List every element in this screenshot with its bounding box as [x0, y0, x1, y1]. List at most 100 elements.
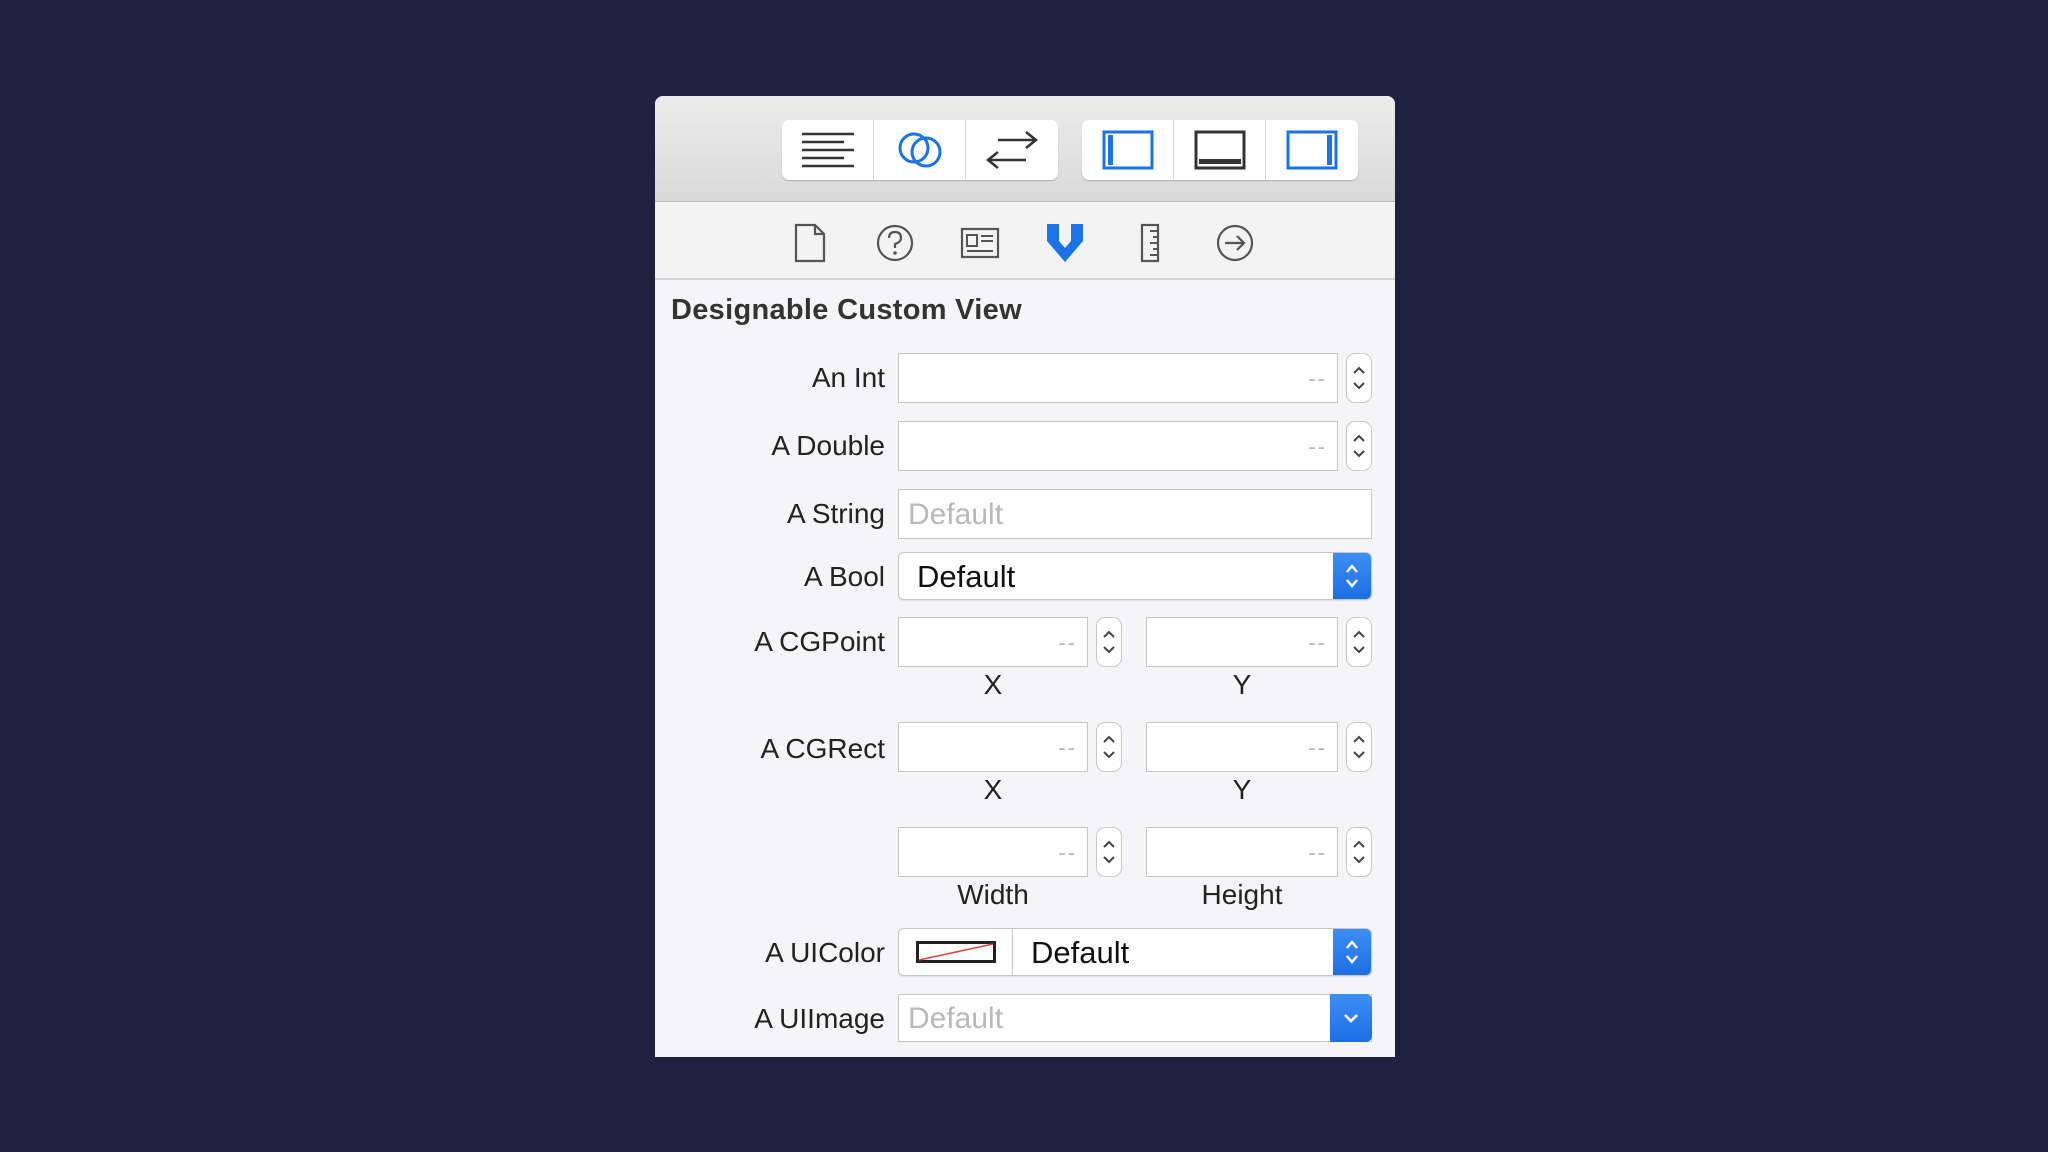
chevron-down-icon	[1344, 1014, 1358, 1023]
file-inspector-tab[interactable]	[788, 221, 832, 265]
a-cgrect-width-label: Width	[957, 879, 1029, 910]
a-string-field[interactable]: Default	[898, 489, 1372, 539]
chevron-down-icon	[1353, 856, 1365, 864]
a-uiimage-placeholder: Default	[908, 1002, 1004, 1035]
a-cgrect-x-stepper[interactable]	[1096, 722, 1122, 772]
chevron-down-icon	[1103, 751, 1115, 759]
a-cgrect-height-field[interactable]: --	[1146, 827, 1338, 877]
a-cgpoint-x-placeholder: --	[1058, 630, 1077, 655]
standard-editor-button[interactable]	[782, 120, 874, 180]
identity-inspector-icon	[960, 227, 1000, 259]
chevron-up-icon	[1103, 630, 1115, 638]
debug-area-toggle-button[interactable]	[1174, 120, 1266, 180]
attributes-inspector-tab[interactable]	[1043, 221, 1087, 265]
chevron-up-icon	[1353, 434, 1365, 442]
navigator-toggle-button[interactable]	[1082, 120, 1174, 180]
a-cgrect-y-label: Y	[1232, 774, 1252, 805]
a-double-placeholder: --	[1308, 434, 1327, 459]
a-cgpoint-y-stepper[interactable]	[1346, 617, 1372, 667]
a-uiimage-combo[interactable]: Default	[898, 994, 1372, 1042]
a-cgpoint-x-field[interactable]: --	[898, 617, 1088, 667]
quick-help-icon	[876, 224, 914, 262]
a-cgpoint-x-label: X	[983, 669, 1003, 700]
a-bool-label: A Bool	[804, 561, 885, 592]
a-uiimage-dropdown-button[interactable]	[1330, 994, 1372, 1042]
an-int-stepper[interactable]	[1346, 353, 1372, 403]
a-double-field[interactable]: --	[898, 421, 1338, 471]
a-bool-popup[interactable]: Default	[898, 552, 1372, 600]
a-cgpoint-label: A CGPoint	[754, 626, 885, 657]
a-cgpoint-x-stepper[interactable]	[1096, 617, 1122, 667]
a-cgrect-x-placeholder: --	[1058, 735, 1077, 760]
a-double-stepper[interactable]	[1346, 421, 1372, 471]
assistant-editor-icon	[898, 132, 941, 168]
attributes-inspector-icon	[1047, 224, 1083, 262]
a-cgrect-y-stepper[interactable]	[1346, 722, 1372, 772]
a-uicolor-popup[interactable]: Default	[898, 928, 1372, 976]
debug-area-toggle-icon	[1194, 130, 1245, 170]
an-int-field[interactable]: --	[898, 353, 1338, 403]
editor-toolbar	[655, 96, 1395, 202]
an-int-label: An Int	[811, 362, 885, 393]
a-cgrect-y-field[interactable]: --	[1146, 722, 1338, 772]
a-double-label: A Double	[771, 430, 885, 461]
a-uicolor-label: A UIColor	[765, 937, 885, 968]
version-editor-icon	[985, 131, 1039, 169]
a-string-placeholder: Default	[908, 498, 1004, 531]
utilities-toggle-button[interactable]	[1266, 120, 1358, 180]
a-uicolor-popup-arrow	[1333, 929, 1371, 975]
up-down-chevron-icon	[1346, 940, 1358, 964]
chevron-up-icon	[1353, 735, 1365, 743]
section-title: Designable Custom View	[671, 294, 1022, 326]
standard-editor-icon	[801, 132, 854, 168]
a-bool-popup-arrow	[1333, 553, 1371, 599]
a-uicolor-value: Default	[1031, 935, 1130, 970]
connections-inspector-tab[interactable]	[1213, 221, 1257, 265]
chevron-up-icon	[1353, 840, 1365, 848]
chevron-down-icon	[1353, 450, 1365, 458]
chevron-down-icon	[1353, 751, 1365, 759]
file-inspector-icon	[794, 223, 826, 263]
a-bool-value: Default	[917, 559, 1016, 594]
chevron-up-icon	[1103, 735, 1115, 743]
a-cgpoint-y-field[interactable]: --	[1146, 617, 1338, 667]
utilities-toggle-icon	[1286, 130, 1338, 170]
up-down-chevron-icon	[1346, 564, 1358, 588]
a-cgrect-height-stepper[interactable]	[1346, 827, 1372, 877]
navigator-toggle-icon	[1102, 130, 1153, 170]
a-cgrect-width-placeholder: --	[1058, 840, 1077, 865]
a-cgrect-height-placeholder: --	[1308, 840, 1327, 865]
a-cgrect-height-label: Height	[1201, 879, 1283, 910]
editor-mode-segment	[782, 120, 1058, 180]
a-cgrect-x-label: X	[983, 774, 1003, 805]
a-cgpoint-y-placeholder: --	[1308, 630, 1327, 655]
a-cgrect-width-stepper[interactable]	[1096, 827, 1122, 877]
chevron-up-icon	[1103, 840, 1115, 848]
chevron-down-icon	[1103, 856, 1115, 864]
a-cgrect-y-placeholder: --	[1308, 735, 1327, 760]
color-swatch-icon	[915, 941, 996, 963]
assistant-editor-button[interactable]	[874, 120, 966, 180]
color-well[interactable]	[899, 929, 1013, 975]
view-toggle-segment	[1082, 120, 1358, 180]
inspector-panel: Designable Custom View An Int -- A Doubl…	[655, 96, 1395, 1057]
version-editor-button[interactable]	[966, 120, 1058, 180]
a-uiimage-label: A UIImage	[754, 1003, 885, 1034]
quick-help-tab[interactable]	[873, 221, 917, 265]
inspector-selector-bar	[655, 203, 1395, 280]
connections-inspector-icon	[1216, 224, 1254, 262]
chevron-down-icon	[1103, 646, 1115, 654]
a-string-label: A String	[786, 498, 885, 529]
chevron-up-icon	[1353, 366, 1365, 374]
size-inspector-tab[interactable]	[1128, 221, 1172, 265]
a-cgrect-x-field[interactable]: --	[898, 722, 1088, 772]
chevron-down-icon	[1353, 646, 1365, 654]
a-cgrect-label: A CGRect	[760, 733, 885, 764]
chevron-down-icon	[1353, 382, 1365, 390]
size-inspector-icon	[1140, 223, 1160, 263]
an-int-placeholder: --	[1308, 366, 1327, 391]
chevron-up-icon	[1353, 630, 1365, 638]
identity-inspector-tab[interactable]	[958, 221, 1002, 265]
a-cgrect-width-field[interactable]: --	[898, 827, 1088, 877]
a-cgpoint-y-label: Y	[1232, 669, 1252, 700]
